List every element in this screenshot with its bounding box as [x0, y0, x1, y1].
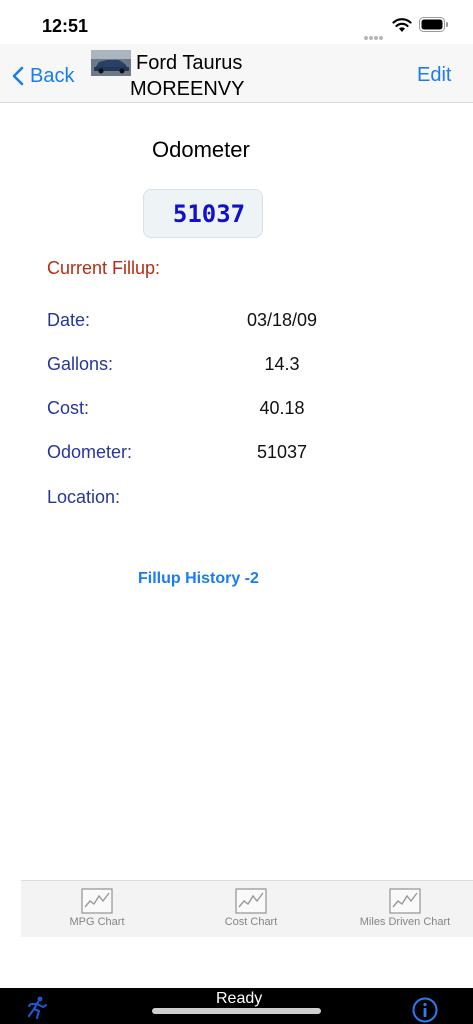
back-button-label: Back [30, 64, 75, 87]
tab-miles-driven-chart[interactable]: Miles Driven Chart [340, 880, 470, 936]
odometer-reading-value: 51037 [256, 442, 308, 462]
chevron-left-icon [12, 66, 24, 86]
location-label: Location: [47, 487, 121, 507]
tab-mpg-chart-label: MPG Chart [69, 916, 125, 928]
battery-icon [419, 17, 448, 32]
date-value: 03/18/09 [246, 310, 318, 330]
date-label: Date: [47, 310, 91, 330]
edit-button[interactable]: Edit [417, 64, 451, 87]
status-text: Ready [216, 990, 263, 1007]
nav-title-vehicle: Ford Taurus [136, 52, 243, 74]
home-indicator [152, 1008, 321, 1014]
chart-icon [235, 888, 267, 914]
odometer-display: 51037 [143, 189, 263, 238]
current-fillup-heading: Current Fillup: [47, 258, 161, 278]
nav-title-name: MOREENVY [130, 78, 245, 100]
fillup-history-link[interactable]: Fillup History -2 [138, 570, 259, 588]
cost-value: 40.18 [259, 398, 305, 418]
running-man-icon[interactable] [26, 996, 48, 1020]
info-icon[interactable] [412, 997, 438, 1023]
chart-icon [389, 888, 421, 914]
tab-mpg-chart[interactable]: MPG Chart [32, 880, 162, 936]
status-time: 12:51 [42, 16, 89, 36]
cost-label: Cost: [47, 398, 90, 418]
gallons-value: 14.3 [264, 354, 300, 374]
wifi-icon [392, 18, 412, 32]
car-thumbnail-icon [91, 50, 131, 76]
back-button[interactable]: Back [12, 62, 74, 90]
cellular-signal-icon [364, 27, 386, 40]
odometer-value: 51037 [172, 199, 246, 228]
chart-icon [81, 888, 113, 914]
tab-cost-chart-label: Cost Chart [224, 916, 278, 928]
gallons-label: Gallons: [47, 354, 114, 374]
odometer-title: Odometer [152, 137, 250, 162]
tab-miles-driven-chart-label: Miles Driven Chart [359, 916, 451, 928]
tab-cost-chart[interactable]: Cost Chart [186, 880, 316, 936]
odometer-label: Odometer: [47, 442, 133, 462]
